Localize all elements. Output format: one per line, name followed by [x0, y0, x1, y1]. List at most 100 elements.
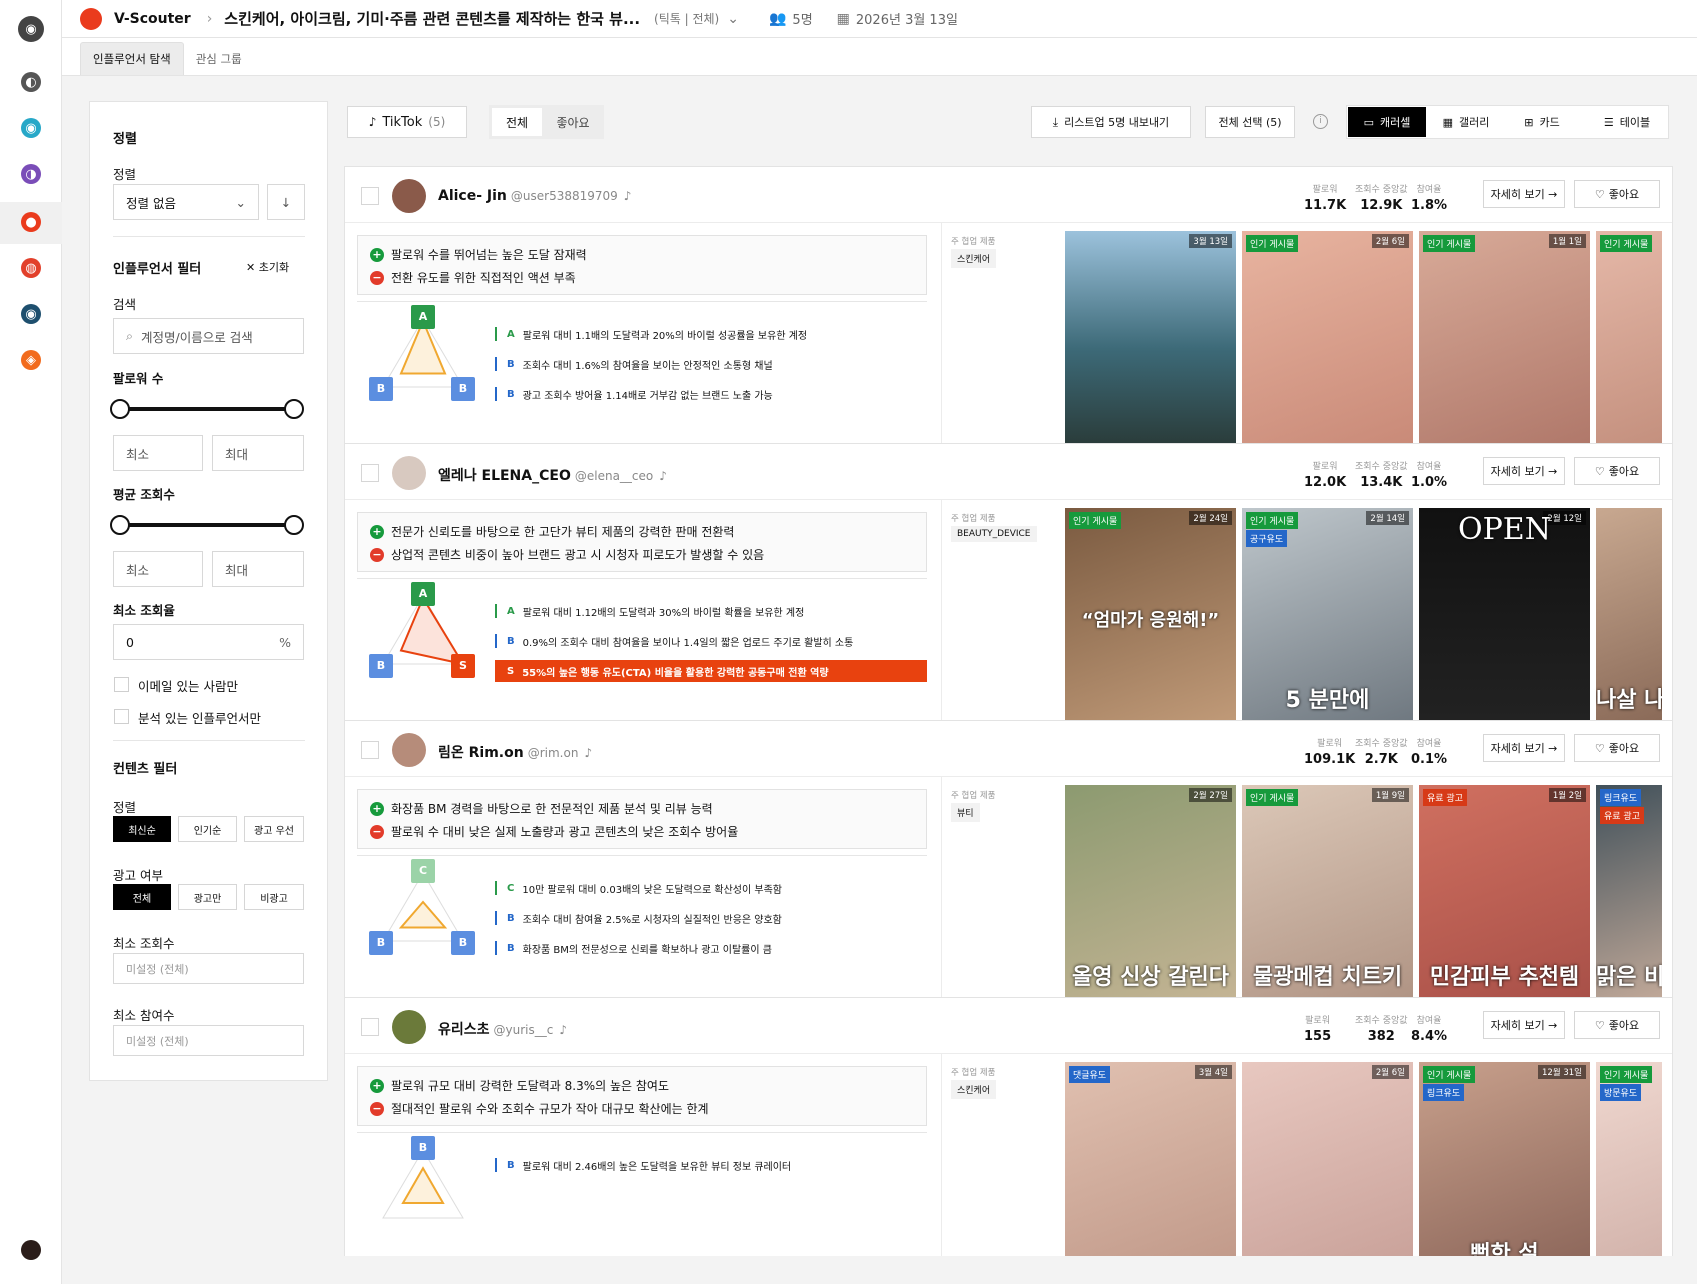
project-icon-5[interactable]: ◍ [21, 258, 41, 278]
post-thumbnail[interactable]: 인기 게시물 링크유도 12월 31일 뻔한 설 [1419, 1062, 1590, 1256]
project-icon-6[interactable]: ◉ [21, 304, 41, 324]
content-sort-latest[interactable]: 최신순 [113, 816, 171, 842]
analyzed-only-label[interactable]: 분석 있는 인플루언서만 [138, 708, 261, 727]
influencer-name-row[interactable]: Alice- Jin @user538819709 ♪ [438, 188, 631, 204]
like-button[interactable]: ♡ 좋아요 [1574, 1011, 1660, 1039]
select-all-button[interactable]: 전체 선택 (5) [1205, 106, 1295, 138]
post-thumbnail[interactable]: 댓글유도 3월 4일 [1065, 1062, 1236, 1256]
followers-max-input[interactable]: 최대 [212, 435, 304, 471]
avatar[interactable] [392, 456, 426, 490]
avatar[interactable] [392, 179, 426, 213]
post-thumbnail[interactable]: 2월 6일 [1242, 1062, 1413, 1256]
search-input[interactable]: ⌕ 계정명/이름으로 검색 [113, 318, 304, 354]
influencer-name[interactable]: 유리스초 [438, 1022, 490, 1038]
like-button[interactable]: ♡ 좋아요 [1574, 180, 1660, 208]
influencer-name[interactable]: 엘레나 ELENA_CEO [438, 468, 571, 484]
tiktok-icon[interactable]: ♪ [559, 1023, 567, 1037]
export-button[interactable]: ⤓ 리스트업 5명 내보내기 [1031, 106, 1191, 138]
tiktok-icon[interactable]: ♪ [584, 746, 592, 760]
detail-button[interactable]: 자세히 보기 → [1483, 1011, 1565, 1039]
tab-interest-group[interactable]: 관심 그룹 [184, 51, 254, 75]
slider-max-handle[interactable] [284, 515, 304, 535]
project-icon-1[interactable]: ◐ [21, 72, 41, 92]
influencer-name[interactable]: Alice- Jin [438, 188, 507, 204]
post-thumbnail[interactable]: 인기 게시물 2월 6일 [1242, 231, 1413, 445]
views-min-input[interactable]: 최소 [113, 551, 203, 587]
view-carousel[interactable]: ▭ 캐러셀 [1348, 107, 1426, 137]
logo-icon[interactable]: ◉ [18, 16, 44, 42]
email-only-checkbox[interactable] [114, 677, 129, 692]
info-icon[interactable]: i [1313, 114, 1328, 129]
arrow-down-icon: ↓ [280, 194, 292, 210]
ad-filter-all[interactable]: 전체 [113, 884, 171, 910]
post-thumbnail[interactable]: 링크유도 유료 광고 맑은 비 [1596, 785, 1662, 999]
ad-filter-non-ad[interactable]: 비광고 [244, 884, 304, 910]
influencer-name[interactable]: 림온 Rim.on [438, 745, 524, 761]
influencer-name-row[interactable]: 림온 Rim.on @rim.on ♪ [438, 742, 592, 762]
influencer-name-row[interactable]: 엘레나 ELENA_CEO @elena__ceo ♪ [438, 465, 667, 485]
project-icon-3[interactable]: ◑ [21, 164, 41, 184]
followers-slider[interactable] [110, 399, 304, 419]
content-sort-popular[interactable]: 인기순 [178, 816, 237, 842]
select-checkbox[interactable] [361, 1018, 379, 1036]
view-card[interactable]: ⊞ 카드 [1507, 107, 1577, 137]
post-thumbnail[interactable]: 2월 27일 올영 신상 갈린다 [1065, 785, 1236, 999]
project-icon-7[interactable]: ◈ [21, 350, 41, 370]
chevron-down-icon[interactable]: ⌄ [727, 11, 739, 27]
sort-direction-button[interactable]: ↓ [267, 184, 305, 220]
sort-select[interactable]: 정렬 없음 ⌄ [113, 184, 259, 220]
project-scope[interactable]: (틱톡 | 전체) [654, 10, 719, 27]
post-thumbnail[interactable]: 3월 13일 [1065, 231, 1236, 445]
slider-min-handle[interactable] [110, 399, 130, 419]
post-thumbnail[interactable]: 유료 광고 1월 2일 민감피부 추천템 [1419, 785, 1590, 999]
select-checkbox[interactable] [361, 464, 379, 482]
post-thumbnail[interactable]: 인기 게시물 방문유도 [1596, 1062, 1662, 1256]
detail-button[interactable]: 자세히 보기 → [1483, 734, 1565, 762]
tab-influencer-explore[interactable]: 인플루언서 탐색 [80, 42, 184, 75]
brand-name[interactable]: V-Scouter [114, 11, 191, 27]
avatar[interactable] [392, 733, 426, 767]
post-thumbnail[interactable]: 인기 게시물 공구유도 2월 14일 5 분만에 [1242, 508, 1413, 722]
slider-max-handle[interactable] [284, 399, 304, 419]
min-views-input[interactable]: 미설정 (전체) [113, 953, 304, 984]
avatar[interactable] [392, 1010, 426, 1044]
post-thumbnail[interactable]: 인기 게시물 [1596, 231, 1662, 445]
post-thumbnail[interactable]: 2월 12일 OPEN [1419, 508, 1590, 722]
tiktok-icon[interactable]: ♪ [624, 189, 632, 203]
influencer-name-row[interactable]: 유리스초 @yuris__c ♪ [438, 1019, 567, 1039]
project-title[interactable]: 스킨케어, 아이크림, 기미·주름 관련 콘텐츠를 제작하는 한국 뷰... [224, 8, 640, 29]
detail-button[interactable]: 자세히 보기 → [1483, 457, 1565, 485]
min-engage-input[interactable]: 미설정 (전체) [113, 1025, 304, 1056]
post-thumbnail[interactable]: 나살 나이 [1596, 508, 1662, 722]
platform-tiktok-button[interactable]: ♪ TikTok (5) [347, 106, 467, 138]
filter-all-button[interactable]: 전체 [492, 108, 542, 136]
project-icon-2[interactable]: ◉ [21, 118, 41, 138]
post-thumbnail[interactable]: 인기 게시물 1월 1일 [1419, 231, 1590, 445]
post-thumbnail[interactable]: 인기 게시물 1월 9일 물광메컵 치트키 [1242, 785, 1413, 999]
content-sort-ad-first[interactable]: 광고 우선 [244, 816, 304, 842]
project-icon-4[interactable]: ● [21, 212, 41, 232]
analyzed-only-checkbox[interactable] [114, 709, 129, 724]
view-table[interactable]: ☰ 테이블 [1589, 107, 1665, 137]
followers-min-input[interactable]: 최소 [113, 435, 203, 471]
avg-views-slider[interactable] [110, 515, 304, 535]
filter-liked-button[interactable]: 좋아요 [544, 108, 602, 136]
select-checkbox[interactable] [361, 741, 379, 759]
members-count[interactable]: 5명 [792, 9, 812, 28]
detail-button[interactable]: 자세히 보기 → [1483, 180, 1565, 208]
reset-button[interactable]: ✕ 초기화 [246, 259, 289, 275]
tiktok-icon[interactable]: ♪ [659, 469, 667, 483]
like-button[interactable]: ♡ 좋아요 [1574, 457, 1660, 485]
view-gallery[interactable]: ▦ 갤러리 [1431, 107, 1501, 137]
min-view-rate-input[interactable]: 0% [113, 624, 304, 660]
like-label: 좋아요 [1608, 742, 1640, 755]
ad-filter-ad-only[interactable]: 광고만 [178, 884, 237, 910]
grade-line: B 광고 조회수 방어율 1.14배로 거부감 없는 브랜드 노출 가능 [495, 387, 773, 402]
post-thumbnail[interactable]: 인기 게시물 2월 24일 “엄마가 응원해!” [1065, 508, 1236, 722]
views-max-input[interactable]: 최대 [212, 551, 304, 587]
email-only-label[interactable]: 이메일 있는 사람만 [138, 676, 238, 695]
like-button[interactable]: ♡ 좋아요 [1574, 734, 1660, 762]
user-avatar[interactable] [21, 1240, 41, 1260]
slider-min-handle[interactable] [110, 515, 130, 535]
select-checkbox[interactable] [361, 187, 379, 205]
